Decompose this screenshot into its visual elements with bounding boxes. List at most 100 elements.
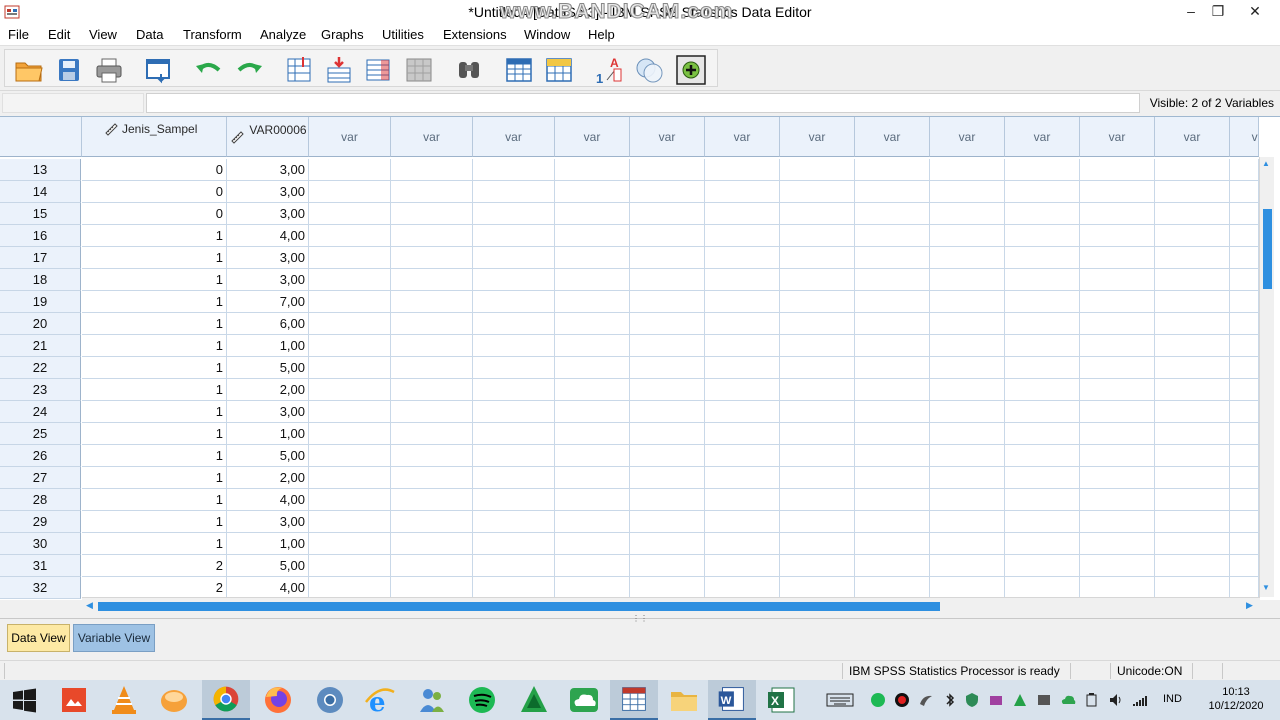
- cell-empty[interactable]: [1080, 291, 1155, 313]
- cell-empty[interactable]: [780, 423, 855, 445]
- cell-empty[interactable]: [1005, 335, 1080, 357]
- variables-icon[interactable]: [363, 54, 395, 86]
- cell-empty[interactable]: [705, 511, 780, 533]
- cell-empty[interactable]: [705, 203, 780, 225]
- cell-jenis-sampel[interactable]: 0: [82, 181, 227, 203]
- cell-empty[interactable]: [309, 555, 391, 577]
- cell-jenis-sampel[interactable]: 2: [82, 555, 227, 577]
- column-header-var[interactable]: var: [1155, 117, 1230, 157]
- cell-var00006[interactable]: 2,00: [227, 379, 309, 401]
- column-header-var[interactable]: var: [630, 117, 705, 157]
- internet-explorer-icon[interactable]: e: [356, 680, 404, 720]
- cell-empty[interactable]: [630, 489, 705, 511]
- cell-empty[interactable]: [705, 577, 780, 599]
- row-number[interactable]: 17: [0, 247, 81, 269]
- row-number[interactable]: 29: [0, 511, 81, 533]
- cell-jenis-sampel[interactable]: 1: [82, 489, 227, 511]
- cell-empty[interactable]: [855, 555, 930, 577]
- cell-empty[interactable]: [391, 335, 473, 357]
- tray-app-icon[interactable]: [988, 692, 1004, 708]
- cell-empty[interactable]: [1230, 445, 1259, 467]
- cell-empty[interactable]: [1005, 159, 1080, 181]
- cell-empty[interactable]: [1230, 401, 1259, 423]
- cell-empty[interactable]: [1005, 423, 1080, 445]
- cell-empty[interactable]: [1005, 533, 1080, 555]
- cell-empty[interactable]: [705, 533, 780, 555]
- cell-empty[interactable]: [555, 335, 630, 357]
- cell-jenis-sampel[interactable]: 1: [82, 445, 227, 467]
- cell-empty[interactable]: [780, 247, 855, 269]
- column-header-jenis-sampel[interactable]: Jenis_Sampel: [82, 117, 227, 157]
- cell-empty[interactable]: [780, 335, 855, 357]
- cell-empty[interactable]: [930, 511, 1005, 533]
- menu-data[interactable]: Data: [136, 27, 163, 42]
- cell-empty[interactable]: [630, 313, 705, 335]
- cell-empty[interactable]: [1230, 357, 1259, 379]
- cell-empty[interactable]: [473, 269, 555, 291]
- vlc-icon[interactable]: [100, 680, 148, 720]
- cell-empty[interactable]: [473, 577, 555, 599]
- cell-empty[interactable]: [1230, 577, 1259, 599]
- cell-empty[interactable]: [473, 357, 555, 379]
- cell-reference-field[interactable]: [2, 93, 144, 113]
- cell-empty[interactable]: [555, 555, 630, 577]
- find-icon[interactable]: [453, 54, 485, 86]
- cell-empty[interactable]: [1080, 357, 1155, 379]
- cell-empty[interactable]: [855, 203, 930, 225]
- cell-empty[interactable]: [855, 291, 930, 313]
- vertical-scrollbar[interactable]: ▲ ▼: [1259, 157, 1274, 597]
- scroll-left-arrow-icon[interactable]: ◀: [86, 600, 93, 611]
- cell-empty[interactable]: [391, 511, 473, 533]
- cell-empty[interactable]: [630, 467, 705, 489]
- cell-empty[interactable]: [1080, 313, 1155, 335]
- cell-var00006[interactable]: 3,00: [227, 203, 309, 225]
- cell-empty[interactable]: [930, 379, 1005, 401]
- cell-empty[interactable]: [309, 511, 391, 533]
- cell-empty[interactable]: [1080, 555, 1155, 577]
- column-header-var[interactable]: var: [1005, 117, 1080, 157]
- cell-empty[interactable]: [309, 489, 391, 511]
- cell-empty[interactable]: [930, 357, 1005, 379]
- cell-empty[interactable]: [780, 555, 855, 577]
- cell-empty[interactable]: [630, 533, 705, 555]
- scroll-up-arrow-icon[interactable]: ▲: [1262, 159, 1270, 168]
- cell-empty[interactable]: [1080, 225, 1155, 247]
- cell-empty[interactable]: [855, 577, 930, 599]
- cell-empty[interactable]: [705, 401, 780, 423]
- cell-empty[interactable]: [705, 181, 780, 203]
- cell-empty[interactable]: [1155, 357, 1230, 379]
- cell-empty[interactable]: [1230, 379, 1259, 401]
- row-number[interactable]: 20: [0, 313, 81, 335]
- cell-empty[interactable]: [309, 225, 391, 247]
- save-icon[interactable]: [53, 54, 85, 86]
- cell-jenis-sampel[interactable]: 1: [82, 225, 227, 247]
- cell-empty[interactable]: [705, 335, 780, 357]
- cell-empty[interactable]: [855, 511, 930, 533]
- cell-empty[interactable]: [473, 203, 555, 225]
- cell-empty[interactable]: [1230, 423, 1259, 445]
- cell-empty[interactable]: [1005, 445, 1080, 467]
- scroll-down-arrow-icon[interactable]: ▼: [1262, 583, 1270, 592]
- cell-empty[interactable]: [630, 181, 705, 203]
- cell-var00006[interactable]: 3,00: [227, 181, 309, 203]
- tray-app-icon[interactable]: [918, 692, 934, 708]
- cell-empty[interactable]: [473, 291, 555, 313]
- cell-empty[interactable]: [930, 313, 1005, 335]
- input-language[interactable]: IND: [1163, 693, 1182, 705]
- touch-keyboard-icon[interactable]: [826, 692, 854, 708]
- cell-empty[interactable]: [1080, 203, 1155, 225]
- cell-empty[interactable]: [855, 401, 930, 423]
- cell-empty[interactable]: [309, 445, 391, 467]
- cell-empty[interactable]: [1005, 511, 1080, 533]
- cell-empty[interactable]: [705, 159, 780, 181]
- cell-empty[interactable]: [1230, 269, 1259, 291]
- green-triangle-app-icon[interactable]: [510, 680, 558, 720]
- cell-empty[interactable]: [780, 467, 855, 489]
- column-header-var00006[interactable]: VAR00006: [227, 117, 309, 157]
- corner-header[interactable]: [0, 117, 82, 157]
- cell-empty[interactable]: [1230, 247, 1259, 269]
- cell-empty[interactable]: [309, 247, 391, 269]
- column-header-var[interactable]: var: [555, 117, 630, 157]
- cell-empty[interactable]: [705, 555, 780, 577]
- battery-icon[interactable]: [1084, 692, 1100, 708]
